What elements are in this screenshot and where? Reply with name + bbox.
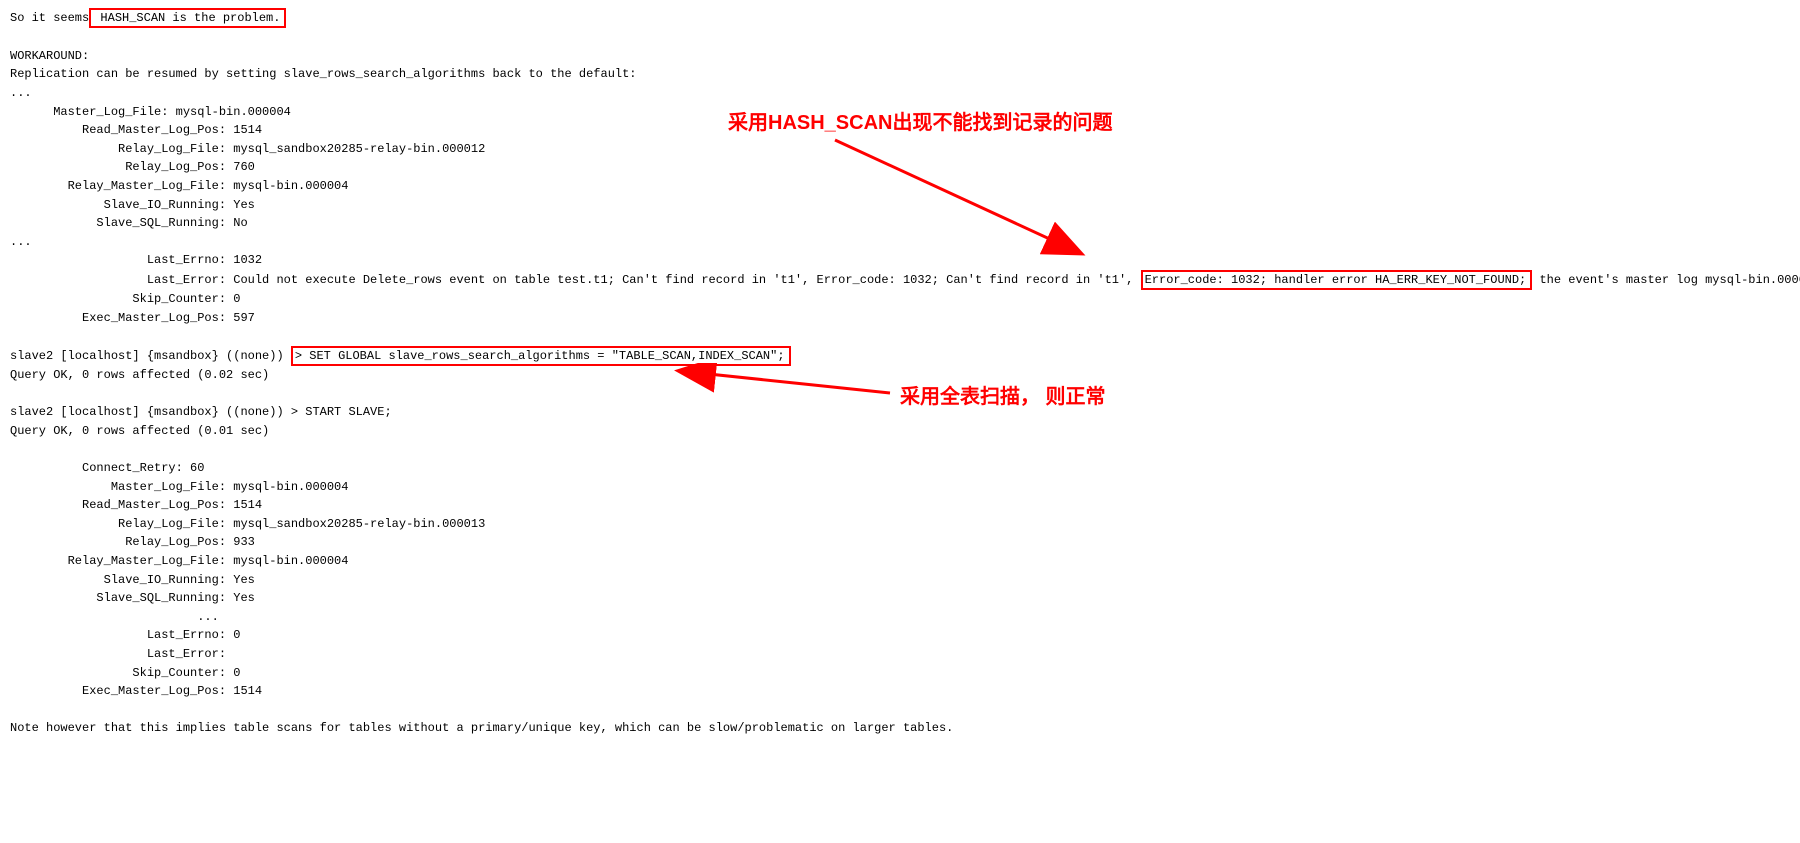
workaround-heading: WORKAROUND: <box>10 47 1790 66</box>
status1-slave-io-running: Slave_IO_Running: Yes <box>10 196 1790 215</box>
blank5 <box>10 701 1790 720</box>
status2-dots: ... <box>10 608 1790 627</box>
cmd2-result: Query OK, 0 rows affected (0.01 sec) <box>10 422 1790 441</box>
status2-exec-master-log-pos: Exec_Master_Log_Pos: 1514 <box>10 682 1790 701</box>
status2-last-errno: Last_Errno: 0 <box>10 626 1790 645</box>
workaround-desc: Replication can be resumed by setting sl… <box>10 65 1790 84</box>
cmd1-prompt: slave2 [localhost] {msandbox} ((none)) <box>10 349 291 363</box>
blank <box>10 28 1790 47</box>
intro-prefix: So it seems <box>10 11 89 25</box>
status1-skip-counter: Skip_Counter: 0 <box>10 290 1790 309</box>
status1-relay-log-file: Relay_Log_File: mysql_sandbox20285-relay… <box>10 140 1790 159</box>
status2-master-log-file: Master_Log_File: mysql-bin.000004 <box>10 478 1790 497</box>
status1-last-errno: Last_Errno: 1032 <box>10 251 1790 270</box>
status2-skip-counter: Skip_Counter: 0 <box>10 664 1790 683</box>
status2-last-error: Last_Error: <box>10 645 1790 664</box>
status2-read-master-log-pos: Read_Master_Log_Pos: 1514 <box>10 496 1790 515</box>
ellipsis2: ... <box>10 233 1790 252</box>
cmd1-line: slave2 [localhost] {msandbox} ((none)) >… <box>10 346 1790 366</box>
intro-line: So it seems HASH_SCAN is the problem. <box>10 8 1790 28</box>
status2-relay-log-file: Relay_Log_File: mysql_sandbox20285-relay… <box>10 515 1790 534</box>
blank4 <box>10 440 1790 459</box>
cmd1-sql-box: > SET GLOBAL slave_rows_search_algorithm… <box>291 346 791 366</box>
last-error-box: Error_code: 1032; handler error HA_ERR_K… <box>1141 270 1533 290</box>
status1-relay-master-log-file: Relay_Master_Log_File: mysql-bin.000004 <box>10 177 1790 196</box>
ellipsis: ... <box>10 84 1790 103</box>
footer-note: Note however that this implies table sca… <box>10 719 1790 738</box>
status2-relay-master-log-file: Relay_Master_Log_File: mysql-bin.000004 <box>10 552 1790 571</box>
status1-last-error: Last_Error: Could not execute Delete_row… <box>10 270 1790 290</box>
annotation-top: 采用HASH_SCAN出现不能找到记录的问题 <box>728 108 1112 139</box>
status1-relay-log-pos: Relay_Log_Pos: 760 <box>10 158 1790 177</box>
status2-slave-sql-running: Slave_SQL_Running: Yes <box>10 589 1790 608</box>
blank2 <box>10 327 1790 346</box>
last-error-post: the event's master log mysql-bin.000004,… <box>1532 273 1800 287</box>
status2-relay-log-pos: Relay_Log_Pos: 933 <box>10 533 1790 552</box>
status2-connect-retry: Connect_Retry: 60 <box>10 459 1790 478</box>
intro-box: HASH_SCAN is the problem. <box>89 8 286 28</box>
status2-slave-io-running: Slave_IO_Running: Yes <box>10 571 1790 590</box>
status1-slave-sql-running: Slave_SQL_Running: No <box>10 214 1790 233</box>
annotation-bottom: 采用全表扫描， 则正常 <box>900 382 1106 413</box>
status1-exec-master-log-pos: Exec_Master_Log_Pos: 597 <box>10 309 1790 328</box>
last-error-pre: Last_Error: Could not execute Delete_row… <box>10 273 1141 287</box>
